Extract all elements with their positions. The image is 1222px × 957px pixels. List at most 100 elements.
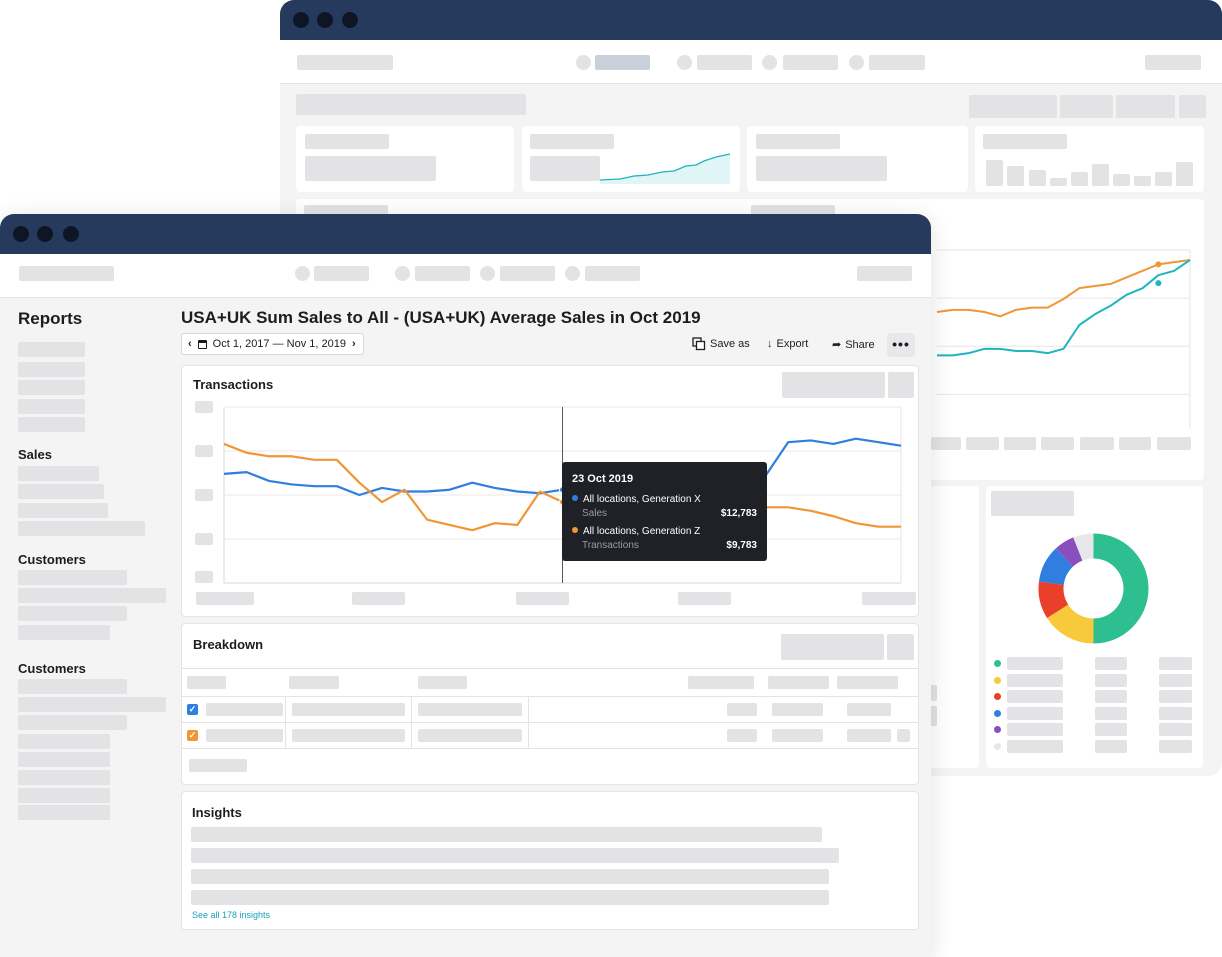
legend-value-placeholder bbox=[1095, 706, 1127, 720]
legend-dot-icon bbox=[994, 742, 1001, 750]
chevron-right-icon[interactable]: › bbox=[352, 338, 356, 350]
divider bbox=[182, 668, 918, 669]
sidebar-item-placeholder[interactable] bbox=[18, 588, 166, 603]
legend-value-placeholder bbox=[1007, 690, 1063, 703]
blue-dot-icon bbox=[572, 495, 578, 501]
cell-placeholder bbox=[897, 729, 910, 742]
date-range-label: Oct 1, 2017 — Nov 1, 2019 bbox=[212, 338, 346, 350]
tooltip-row-value: $12,783 bbox=[720, 508, 757, 519]
trend-highlight-point-0 bbox=[1155, 261, 1162, 268]
sidebar-item-placeholder[interactable] bbox=[18, 380, 85, 395]
insight-line-placeholder bbox=[191, 827, 822, 842]
cell-placeholder bbox=[418, 703, 522, 716]
date-range-picker[interactable]: ‹ Oct 1, 2017 — Nov 1, 2019 › bbox=[181, 333, 364, 355]
tooltip-row-genz: All locations, Generation Z bbox=[572, 526, 758, 537]
mini-bar bbox=[1007, 166, 1024, 186]
sidebar-item-placeholder[interactable] bbox=[18, 697, 166, 712]
cell-placeholder bbox=[206, 703, 283, 716]
x-tick-placeholder bbox=[1157, 437, 1191, 450]
legend-value-placeholder bbox=[1159, 723, 1192, 736]
sidebar-item-placeholder[interactable] bbox=[18, 679, 127, 694]
legend-value-placeholder bbox=[1095, 723, 1127, 736]
card-title-placeholder bbox=[991, 491, 1074, 516]
row-checkbox-orange[interactable]: ✓ bbox=[187, 730, 198, 741]
sidebar-item-placeholder[interactable] bbox=[18, 770, 110, 785]
tooltip-row-label: All locations, Generation Z bbox=[583, 526, 701, 537]
panel-control-placeholder[interactable] bbox=[781, 634, 884, 660]
control-placeholder[interactable] bbox=[969, 95, 1057, 118]
row-checkbox-blue[interactable]: ✓ bbox=[187, 704, 198, 715]
cell-placeholder bbox=[206, 729, 283, 742]
sidebar-item-placeholder[interactable] bbox=[18, 503, 108, 518]
y-tick-placeholder bbox=[195, 489, 213, 501]
sidebar-item-placeholder[interactable] bbox=[18, 805, 110, 820]
legend-dot-icon bbox=[994, 693, 1001, 700]
x-tick-placeholder bbox=[678, 592, 731, 605]
sidebar-title: Reports bbox=[18, 309, 83, 328]
sidebar-item-placeholder[interactable] bbox=[18, 752, 110, 767]
sidebar-item-placeholder[interactable] bbox=[18, 788, 110, 803]
sidebar-item-placeholder[interactable] bbox=[18, 484, 104, 499]
x-tick-placeholder bbox=[931, 437, 961, 450]
divider bbox=[285, 696, 286, 748]
legend-dot-icon bbox=[994, 709, 1001, 717]
control-placeholder[interactable] bbox=[1116, 95, 1175, 118]
page-title: USA+UK Sum Sales to All - (USA+UK) Avera… bbox=[181, 308, 701, 327]
x-tick-placeholder bbox=[352, 592, 405, 605]
save-as-label: Save as bbox=[710, 338, 750, 350]
x-tick-placeholder bbox=[1119, 437, 1151, 450]
sidebar-section-sales: Sales bbox=[18, 447, 52, 462]
sidebar-item-placeholder[interactable] bbox=[18, 715, 127, 730]
donut-chart bbox=[1038, 533, 1149, 644]
share-button[interactable]: ➦ Share bbox=[832, 338, 875, 352]
mini-bar bbox=[1092, 164, 1109, 186]
legend-value-placeholder bbox=[1159, 657, 1192, 670]
legend-value-placeholder bbox=[1159, 706, 1192, 720]
see-all-insights-link[interactable]: See all 178 insights bbox=[192, 910, 270, 920]
panel-control-placeholder[interactable] bbox=[887, 634, 914, 660]
cell-placeholder bbox=[772, 703, 823, 716]
y-tick-placeholder bbox=[195, 401, 213, 413]
sidebar-item-placeholder[interactable] bbox=[18, 466, 99, 481]
x-tick-placeholder bbox=[1041, 437, 1074, 450]
sidebar-item-placeholder[interactable] bbox=[18, 342, 85, 357]
mini-bar bbox=[1113, 174, 1130, 186]
legend-value-placeholder bbox=[1007, 673, 1063, 687]
sidebar-item-placeholder[interactable] bbox=[18, 625, 110, 640]
kpi-label-placeholder bbox=[983, 134, 1067, 149]
account-placeholder[interactable] bbox=[1145, 55, 1201, 70]
export-button[interactable]: ↓ Export bbox=[767, 338, 808, 350]
sidebar-item-placeholder[interactable] bbox=[18, 734, 110, 749]
sidebar-item-placeholder[interactable] bbox=[18, 521, 145, 536]
column-header-placeholder[interactable] bbox=[837, 676, 898, 689]
chevron-left-icon[interactable]: ‹ bbox=[188, 338, 192, 350]
orange-dot-icon bbox=[572, 527, 578, 533]
column-header-placeholder[interactable] bbox=[768, 676, 829, 689]
share-label: Share bbox=[845, 338, 875, 351]
insight-line-placeholder bbox=[191, 869, 829, 884]
legend-dot-icon bbox=[994, 676, 1001, 684]
x-tick-placeholder bbox=[1080, 437, 1114, 450]
legend-value-placeholder bbox=[1095, 657, 1127, 670]
save-as-button[interactable]: Save as bbox=[692, 337, 750, 351]
pagination-placeholder[interactable] bbox=[189, 759, 247, 772]
trend-series-line-1 bbox=[937, 259, 1191, 357]
tooltip-row-genx: All locations, Generation X bbox=[572, 494, 758, 505]
sidebar-item-placeholder[interactable] bbox=[18, 362, 85, 377]
insight-line-placeholder bbox=[191, 890, 829, 905]
column-header-placeholder[interactable] bbox=[289, 676, 339, 689]
column-header-placeholder[interactable] bbox=[418, 676, 467, 689]
legend-value-placeholder bbox=[1007, 739, 1063, 753]
sidebar-item-placeholder[interactable] bbox=[18, 399, 85, 414]
sidebar-item-placeholder[interactable] bbox=[18, 606, 127, 621]
control-placeholder[interactable] bbox=[1060, 95, 1113, 118]
donut-slice-0 bbox=[1093, 533, 1149, 644]
more-options-button[interactable]: ••• bbox=[887, 333, 915, 357]
x-tick-placeholder bbox=[516, 592, 569, 605]
calendar-icon bbox=[197, 339, 207, 349]
column-header-placeholder[interactable] bbox=[187, 676, 226, 689]
sidebar-item-placeholder[interactable] bbox=[18, 570, 127, 585]
column-header-placeholder[interactable] bbox=[688, 676, 754, 689]
sidebar-item-placeholder[interactable] bbox=[18, 417, 85, 432]
control-placeholder[interactable] bbox=[1179, 95, 1206, 118]
